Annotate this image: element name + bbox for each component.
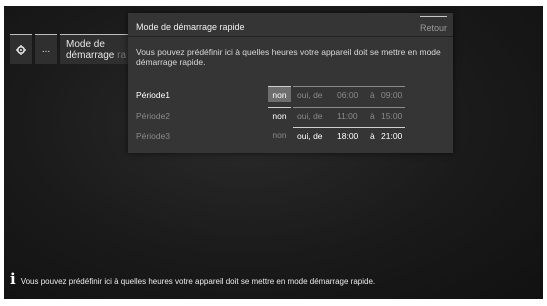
info-icon: i xyxy=(10,270,16,288)
oui-label: oui, de xyxy=(297,111,323,121)
gear-icon xyxy=(16,44,26,55)
info-text: Vous pouvez prédéfinir ici à quelles heu… xyxy=(20,277,376,286)
back-button[interactable]: Retour xyxy=(419,16,447,33)
period-3-non-option[interactable]: non xyxy=(268,127,291,143)
dialog-divider xyxy=(128,36,453,37)
period-label: Période2 xyxy=(136,111,171,121)
quick-start-dialog: Mode de démarrage rapide Retour Vous pou… xyxy=(128,13,453,153)
breadcrumb-mode-demarrage[interactable]: Mode de démarrage ra xyxy=(60,34,129,64)
end-time: 21:00 xyxy=(381,131,403,141)
breadcrumb-ellipsis[interactable]: ... xyxy=(35,34,57,64)
a-label: à xyxy=(370,131,375,141)
oui-label: oui, de xyxy=(297,90,323,100)
period-2-non-option[interactable]: non xyxy=(268,107,291,123)
period-row-1: Période1 non oui, de 06:00 à 09:00 xyxy=(136,86,446,102)
period-row-2: Période2 non oui, de 11:00 à 15:00 xyxy=(136,107,446,123)
period-label: Période1 xyxy=(136,90,171,100)
period-3-oui-option[interactable]: oui, de 18:00 à 21:00 xyxy=(293,127,405,143)
period-1-oui-option[interactable]: oui, de 06:00 à 09:00 xyxy=(293,86,405,102)
start-time: 18:00 xyxy=(337,131,359,141)
breadcrumb-mode-line2: démarrage ra xyxy=(66,49,127,61)
breadcrumb-ellipsis-label: ... xyxy=(41,44,51,55)
info-bar: i Vous pouvez prédéfinir ici à quelles h… xyxy=(10,270,376,288)
period-label: Période3 xyxy=(136,131,171,141)
settings-menu-button[interactable] xyxy=(10,34,32,64)
a-label: à xyxy=(370,111,375,121)
breadcrumb: ... Mode de démarrage ra xyxy=(10,34,129,64)
end-time: 09:00 xyxy=(381,90,403,100)
breadcrumb-mode-line1: Mode de xyxy=(66,38,105,50)
end-time: 15:00 xyxy=(381,111,403,121)
period-row-3: Période3 non oui, de 18:00 à 21:00 xyxy=(136,127,446,143)
period-2-oui-option[interactable]: oui, de 11:00 à 15:00 xyxy=(293,107,405,123)
start-time: 11:00 xyxy=(337,111,358,121)
a-label: à xyxy=(370,90,375,100)
oui-label: oui, de xyxy=(297,131,323,141)
period-1-non-option[interactable]: non xyxy=(268,86,291,102)
dialog-description: Vous pouvez prédéfinir ici à quelles heu… xyxy=(136,47,441,67)
tv-screen: ... Mode de démarrage ra Mode de démarra… xyxy=(4,6,543,299)
start-time: 06:00 xyxy=(337,90,359,100)
dialog-title: Mode de démarrage rapide xyxy=(136,22,245,32)
